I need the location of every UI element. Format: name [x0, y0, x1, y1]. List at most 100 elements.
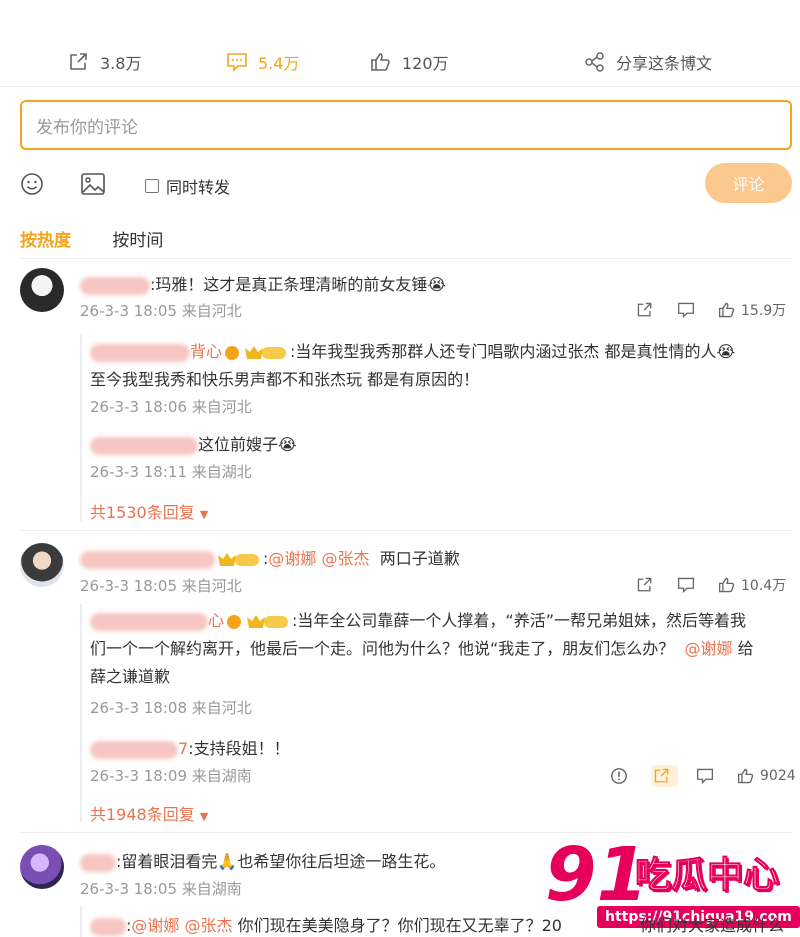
comment-button[interactable]: [696, 767, 719, 785]
blurred-username[interactable]: [90, 740, 178, 759]
comment-2-text: :@谢娜 @张杰 两口子道歉: [80, 545, 460, 569]
comment-input[interactable]: 发布你的评论: [20, 100, 792, 150]
avatar[interactable]: [20, 543, 64, 587]
reply-1-1: 背心:当年我型我秀那群人还专门唱歌内涵过张杰 都是真性情的人😭: [90, 338, 735, 362]
watermark-brand: 吃瓜中心: [634, 855, 780, 897]
comment-button[interactable]: [677, 301, 700, 319]
more-replies-link[interactable]: 共1530条回复 ▼: [90, 499, 208, 523]
repost-checkbox-label: 同时转发: [166, 178, 231, 197]
reply-2-2-meta: 26-3-3 18:09 来自湖南: [90, 767, 252, 785]
comment-2-stats: 10.4万: [618, 575, 786, 595]
like-button[interactable]: 9024: [737, 767, 796, 785]
comment-button[interactable]: 5.4万: [226, 50, 299, 74]
reply-thread: [80, 604, 82, 822]
comment-input-placeholder: 发布你的评论: [36, 117, 138, 138]
mention-link[interactable]: @谢娜: [131, 916, 179, 935]
comment-button[interactable]: [677, 576, 700, 594]
more-replies-link[interactable]: 共1948条回复 ▼: [90, 801, 208, 825]
reply-2-2-stats: 9024: [592, 765, 796, 787]
blurred-username[interactable]: [80, 550, 215, 569]
reply-1-2: 这位前嫂子😭: [90, 431, 297, 455]
caret-down-icon: ▼: [199, 508, 209, 521]
repost-icon: [654, 768, 669, 783]
tab-sort-time[interactable]: 按时间: [112, 231, 163, 251]
like-count: 120万: [402, 54, 449, 73]
mention-link[interactable]: @张杰: [185, 916, 233, 935]
like-button[interactable]: 10.4万: [718, 575, 786, 595]
repost-button[interactable]: [651, 765, 678, 787]
blurred-username[interactable]: [90, 436, 198, 455]
divider: [0, 86, 800, 87]
like-button[interactable]: 120万: [370, 50, 449, 74]
avatar[interactable]: [20, 268, 64, 312]
like-count: 9024: [760, 768, 796, 784]
report-icon: [611, 768, 627, 784]
crown-badge-icon: [218, 552, 259, 566]
comment-1-stats: 15.9万: [618, 300, 786, 320]
share-button[interactable]: 分享这条博文: [584, 50, 712, 74]
post-action-bar: 3.8万 5.4万 120万 分享这条博文: [0, 44, 800, 80]
comment-icon: [677, 577, 695, 594]
blurred-username[interactable]: [80, 853, 116, 872]
avatar[interactable]: [20, 845, 64, 889]
reply-1-2-meta: 26-3-3 18:11 来自湖北: [90, 463, 252, 481]
repost-checkbox[interactable]: 同时转发: [145, 174, 230, 198]
like-button[interactable]: 15.9万: [718, 300, 786, 320]
comment-3-meta: 26-3-3 18:05 来自湖南: [80, 880, 242, 898]
reply-2-1-meta: 26-3-3 18:08 来自河北: [90, 699, 252, 717]
thumbs-up-icon: [718, 577, 735, 593]
repost-icon: [637, 302, 652, 317]
blurred-username[interactable]: [90, 343, 190, 362]
blurred-username[interactable]: [80, 276, 150, 295]
like-count: 15.9万: [741, 303, 787, 319]
repost-icon: [637, 577, 652, 592]
comment-icon: [677, 302, 695, 319]
mention-link[interactable]: @谢娜: [268, 549, 316, 568]
share-label: 分享这条博文: [616, 54, 713, 73]
like-count: 10.4万: [741, 578, 787, 594]
blurred-username[interactable]: [90, 917, 126, 936]
mention-link[interactable]: @谢娜: [684, 639, 732, 658]
comment-icon: [227, 53, 247, 72]
reply-2-2: 7:支持段姐！！: [90, 735, 290, 759]
emoji-icon[interactable]: [20, 172, 44, 196]
composer-toolbar: 同时转发 评论: [20, 163, 792, 203]
divider: [20, 258, 792, 259]
repost-icon: [70, 53, 87, 70]
thumbs-up-icon: [737, 768, 754, 784]
verified-badge: [227, 614, 242, 629]
repost-button[interactable]: 3.8万: [68, 50, 141, 74]
reply-3-1-tail: 你们对大家造成什么: [640, 916, 785, 935]
reply-1-1-cont: 至今我型我秀和快乐男声都不和张杰玩 都是有原因的！: [90, 370, 480, 389]
comment-1-meta: 26-3-3 18:05 来自河北: [80, 302, 242, 320]
comment-1-text: :玛雅！这才是真正条理清晰的前女友锤😭: [80, 271, 446, 295]
repost-button[interactable]: [636, 301, 659, 319]
comment-icon: [696, 768, 714, 785]
crown-badge-icon: [247, 614, 289, 628]
thumbs-up-icon: [371, 53, 390, 71]
crown-badge-icon: [245, 345, 287, 359]
thumbs-up-icon: [718, 302, 735, 318]
reply-thread: [80, 333, 82, 521]
share-icon: [585, 52, 604, 72]
repost-count: 3.8万: [100, 54, 142, 73]
verified-badge: [225, 345, 240, 360]
caret-down-icon: ▼: [199, 810, 209, 823]
sort-tabs: 按热度 按时间: [20, 226, 199, 251]
mention-link[interactable]: @张杰: [322, 549, 370, 568]
image-icon[interactable]: [80, 172, 106, 196]
blurred-username[interactable]: [90, 612, 208, 631]
tab-sort-hot[interactable]: 按热度: [20, 231, 71, 251]
checkbox-box[interactable]: [145, 179, 159, 193]
reply-3-1: :@谢娜 @张杰 你们现在美美隐身了？你们现在又无辜了？20: [90, 912, 562, 936]
reply-thread: [80, 905, 82, 937]
comment-2-meta: 26-3-3 18:05 来自河北: [80, 577, 242, 595]
comment-count: 5.4万: [258, 54, 300, 73]
reply-1-1-meta: 26-3-3 18:06 来自河北: [90, 398, 252, 416]
reply-2-1: 心:当年全公司靠薛一个人撑着，“养活”一帮兄弟姐妹，然后等着我 们一个一个解约离…: [90, 611, 754, 686]
divider: [20, 530, 792, 531]
submit-comment-button[interactable]: 评论: [705, 163, 792, 203]
repost-button[interactable]: [636, 576, 659, 594]
comment-3-text: :留着眼泪看完🙏也希望你往后坦途一路生花。: [80, 848, 445, 872]
report-button[interactable]: [610, 767, 633, 785]
